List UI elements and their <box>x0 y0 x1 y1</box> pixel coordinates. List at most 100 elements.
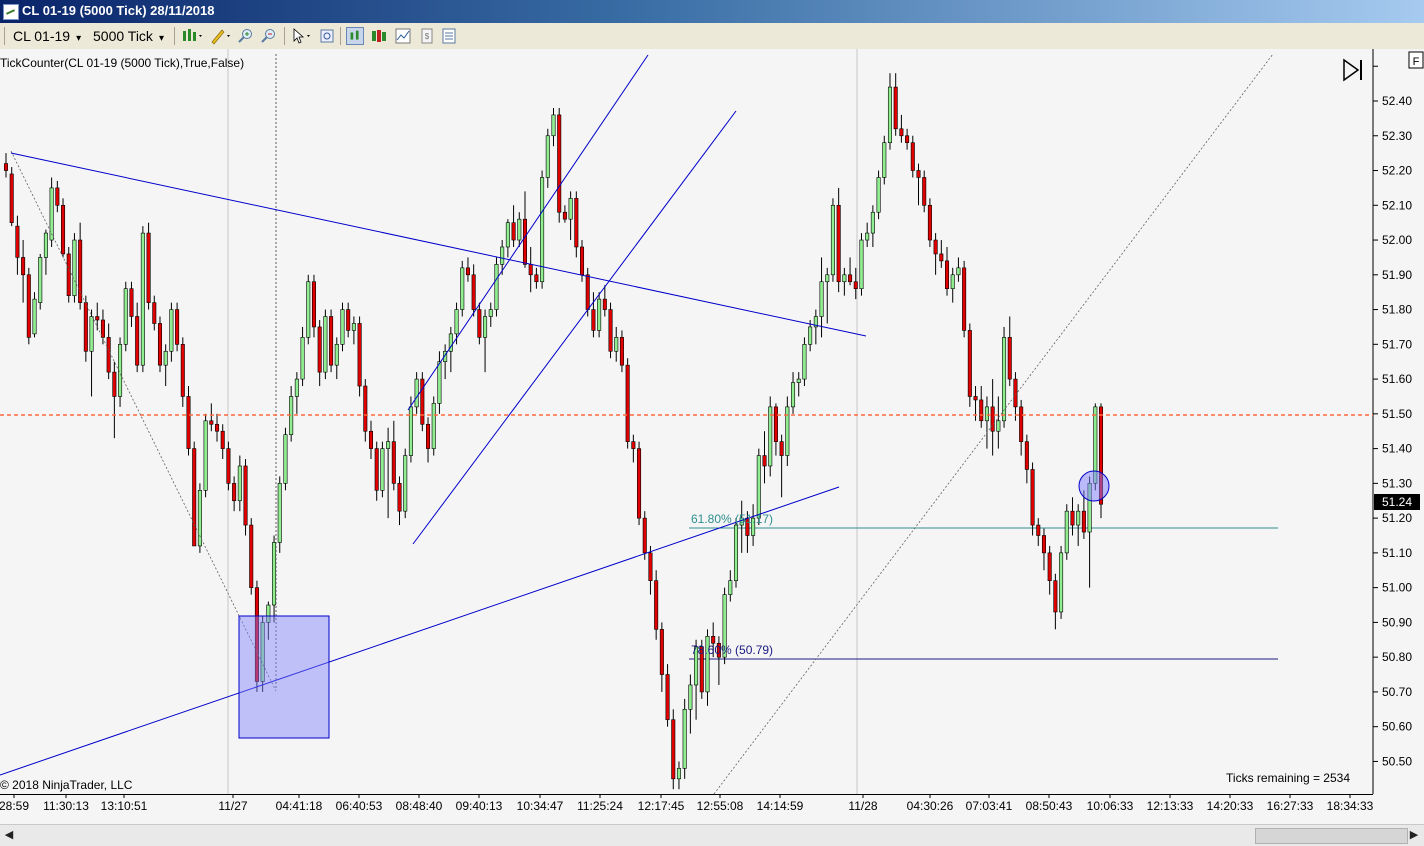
candle <box>671 709 676 790</box>
time-tick-label: 08:48:40 <box>396 799 443 813</box>
candle <box>49 177 54 247</box>
candle <box>66 246 71 303</box>
candle <box>431 396 436 456</box>
price-tick-label: 50.50 <box>1382 754 1412 768</box>
candle <box>625 358 630 449</box>
candle <box>323 309 328 380</box>
fib-label-786: 78.60% (50.79) <box>691 643 773 657</box>
candle <box>32 292 37 338</box>
time-tick-label: 14:14:59 <box>757 799 804 813</box>
bar-type-icon[interactable] <box>181 27 205 45</box>
interval-selector[interactable]: 5000 Tick <box>93 27 164 45</box>
cursor-pointer-icon[interactable] <box>290 27 314 45</box>
indicator-label: TickCounter(CL 01-19 (5000 Tick),True,Fa… <box>0 56 244 70</box>
indicators-icon[interactable] <box>394 27 412 45</box>
time-tick-label: 11/27 <box>218 799 247 813</box>
candle <box>9 167 14 227</box>
price-axis-area <box>1373 49 1424 794</box>
candle <box>180 337 185 407</box>
zoom-in-icon[interactable] <box>237 27 255 45</box>
current-price-label: 51.24 <box>1382 495 1412 509</box>
candle <box>123 281 128 352</box>
highlight-rectangle[interactable] <box>238 615 330 739</box>
time-tick-label: 07:03:41 <box>966 799 1013 813</box>
candle <box>175 302 180 352</box>
candle <box>38 253 43 310</box>
chart-properties-icon[interactable] <box>440 27 458 45</box>
scroll-left-arrow-icon[interactable]: ◀ <box>1 827 17 843</box>
horizontal-scrollbar[interactable]: ◀ ▶ <box>0 824 1424 846</box>
zoom-out-icon[interactable] <box>260 27 278 45</box>
toolbar-separator <box>340 27 341 45</box>
price-tick-label: 51.50 <box>1382 407 1412 421</box>
candle <box>243 459 248 536</box>
time-tick-label: 12:17:45 <box>638 799 685 813</box>
fib-label-618: 61.80% (51.17) <box>691 512 773 526</box>
candle <box>733 518 739 588</box>
scroll-right-arrow-icon[interactable]: ▶ <box>1406 827 1422 843</box>
candle <box>876 170 881 220</box>
candle <box>283 427 288 491</box>
candle <box>637 441 642 526</box>
window-title: CL 01-19 (5000 Tick) 28/11/2018 <box>22 3 215 18</box>
time-tick-label: 11:30:13 <box>43 799 89 813</box>
time-tick-label: 10:06:33 <box>1087 799 1134 813</box>
time-tick-label: 04:30:26 <box>907 799 954 813</box>
candle <box>403 448 408 519</box>
price-tick-label: 51.40 <box>1382 442 1412 456</box>
candle <box>61 198 66 258</box>
price-tick-label: 52.10 <box>1382 198 1412 212</box>
candle <box>118 337 123 407</box>
candle <box>146 222 151 310</box>
time-tick-label: 04:41:18 <box>276 799 323 813</box>
candle <box>540 170 545 289</box>
scrollbar-thumb[interactable] <box>1255 828 1408 844</box>
price-chart[interactable]: 52.40 52.30 52.20 52.10 52.00 51.90 51.80 51.70… <box>0 49 1424 845</box>
time-tick-label: 11:25:24 <box>577 799 623 813</box>
time-tick-label: 10:34:47 <box>517 799 564 813</box>
candle <box>340 302 345 352</box>
instrument-selector[interactable]: CL 01-19 <box>13 27 81 45</box>
candle <box>1030 462 1035 536</box>
candle <box>72 233 77 303</box>
candle <box>329 309 334 373</box>
candlestick-style-icon[interactable] <box>346 27 364 45</box>
candle <box>197 483 202 553</box>
strategies-icon[interactable]: $ <box>418 27 436 45</box>
highlight-ellipse[interactable] <box>1078 470 1110 502</box>
candle <box>859 233 864 296</box>
drawing-tool-icon[interactable] <box>209 27 233 45</box>
ticks-remaining-text: Ticks remaining = 2534 <box>1226 771 1350 785</box>
candle <box>157 316 162 373</box>
copyright-text: © 2018 NinjaTrader, LLC <box>0 778 133 792</box>
candle <box>277 476 282 553</box>
time-tick-label: 12:55:08 <box>697 799 744 813</box>
svg-text:$: $ <box>425 32 430 41</box>
toolbar-grip <box>4 27 5 45</box>
candle <box>203 413 208 498</box>
time-tick-label: 08:50:43 <box>1026 799 1073 813</box>
candle <box>642 511 647 560</box>
time-tick-label: 06:40:53 <box>336 799 383 813</box>
corner-f-button[interactable]: F <box>1408 51 1424 69</box>
candle <box>380 441 385 498</box>
price-tick-label: 51.30 <box>1382 476 1412 490</box>
time-tick-label: 12:13:33 <box>1147 799 1194 813</box>
time-tick-label: 18:34:33 <box>1327 799 1374 813</box>
current-price-marker: 51.24 <box>1374 494 1420 510</box>
chart-toolbar: CL 01-19 5000 Tick $ <box>0 23 1424 50</box>
candle <box>882 135 887 185</box>
time-tick-label: 13:10:51 <box>101 799 148 813</box>
candle <box>597 292 602 338</box>
data-box-icon[interactable] <box>318 27 336 45</box>
candle <box>226 441 231 491</box>
price-tick-label: 52.30 <box>1382 129 1412 143</box>
time-tick-label: 11/28 <box>848 799 877 813</box>
candle <box>682 698 687 779</box>
candle <box>420 372 425 432</box>
price-tick-label: 51.00 <box>1382 581 1412 595</box>
price-tick-label: 51.20 <box>1382 511 1412 525</box>
candle <box>654 570 659 640</box>
candle <box>1064 504 1069 560</box>
ohlc-style-icon[interactable] <box>370 27 388 45</box>
